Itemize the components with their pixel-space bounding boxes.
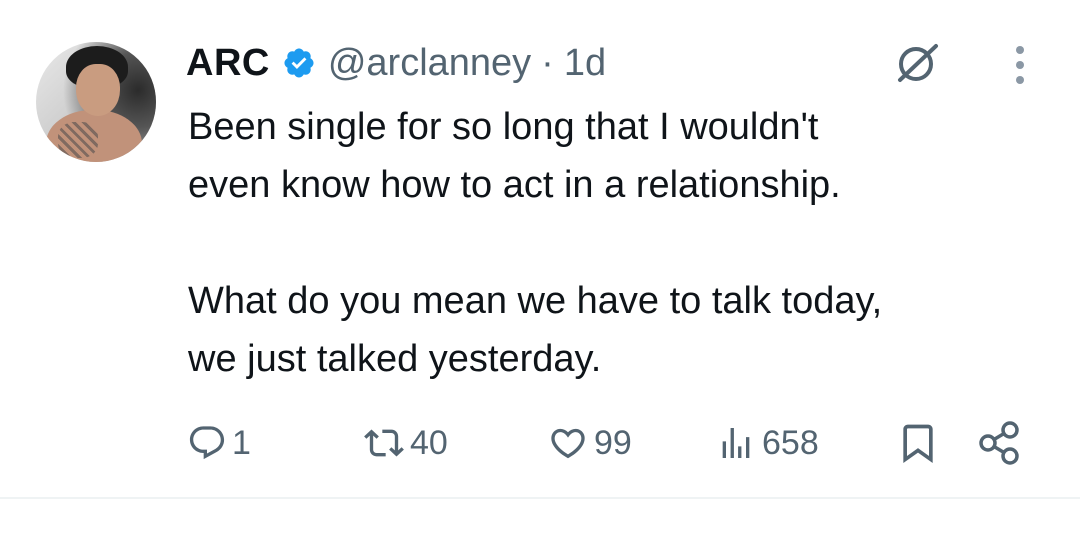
tweet[interactable]: ARC @arclanney · 1d Been single for so l… (0, 0, 1080, 497)
grok-icon[interactable] (892, 40, 942, 86)
tweet-timestamp[interactable]: 1d (564, 42, 606, 85)
bookmark-button[interactable] (896, 418, 940, 468)
tweet-header: ARC @arclanney · 1d (186, 38, 606, 88)
views-button[interactable]: 658 (714, 418, 819, 468)
action-bar: 1 40 99 658 (186, 418, 1036, 468)
avatar[interactable] (36, 42, 156, 162)
avatar-face (76, 64, 120, 116)
reply-icon (189, 426, 225, 460)
repost-icon (364, 429, 404, 457)
heart-icon (551, 428, 585, 459)
like-count: 99 (594, 423, 632, 462)
separator-dot: · (541, 41, 554, 84)
share-icon (979, 421, 1019, 465)
views-count: 658 (762, 423, 819, 462)
like-button[interactable]: 99 (546, 418, 632, 468)
tweet-text: Been single for so long that I wouldn't … (188, 98, 1058, 388)
verified-badge-icon (282, 46, 316, 80)
author-name[interactable]: ARC (186, 42, 270, 85)
share-button[interactable] (976, 418, 1022, 468)
more-options-icon[interactable] (1008, 44, 1032, 86)
reply-count: 1 (232, 423, 251, 462)
repost-count: 40 (410, 423, 448, 462)
tweet-paragraph-2: What do you mean we have to talk today, … (188, 280, 883, 380)
tweet-divider (0, 497, 1080, 499)
tweet-paragraph-1: Been single for so long that I wouldn't … (188, 106, 841, 206)
repost-button[interactable]: 40 (362, 418, 448, 468)
author-handle[interactable]: @arclanney (328, 42, 531, 85)
avatar-tattoo (58, 122, 98, 158)
reply-button[interactable]: 1 (186, 418, 251, 468)
views-chart-icon (722, 428, 750, 458)
bookmark-icon (903, 424, 933, 464)
